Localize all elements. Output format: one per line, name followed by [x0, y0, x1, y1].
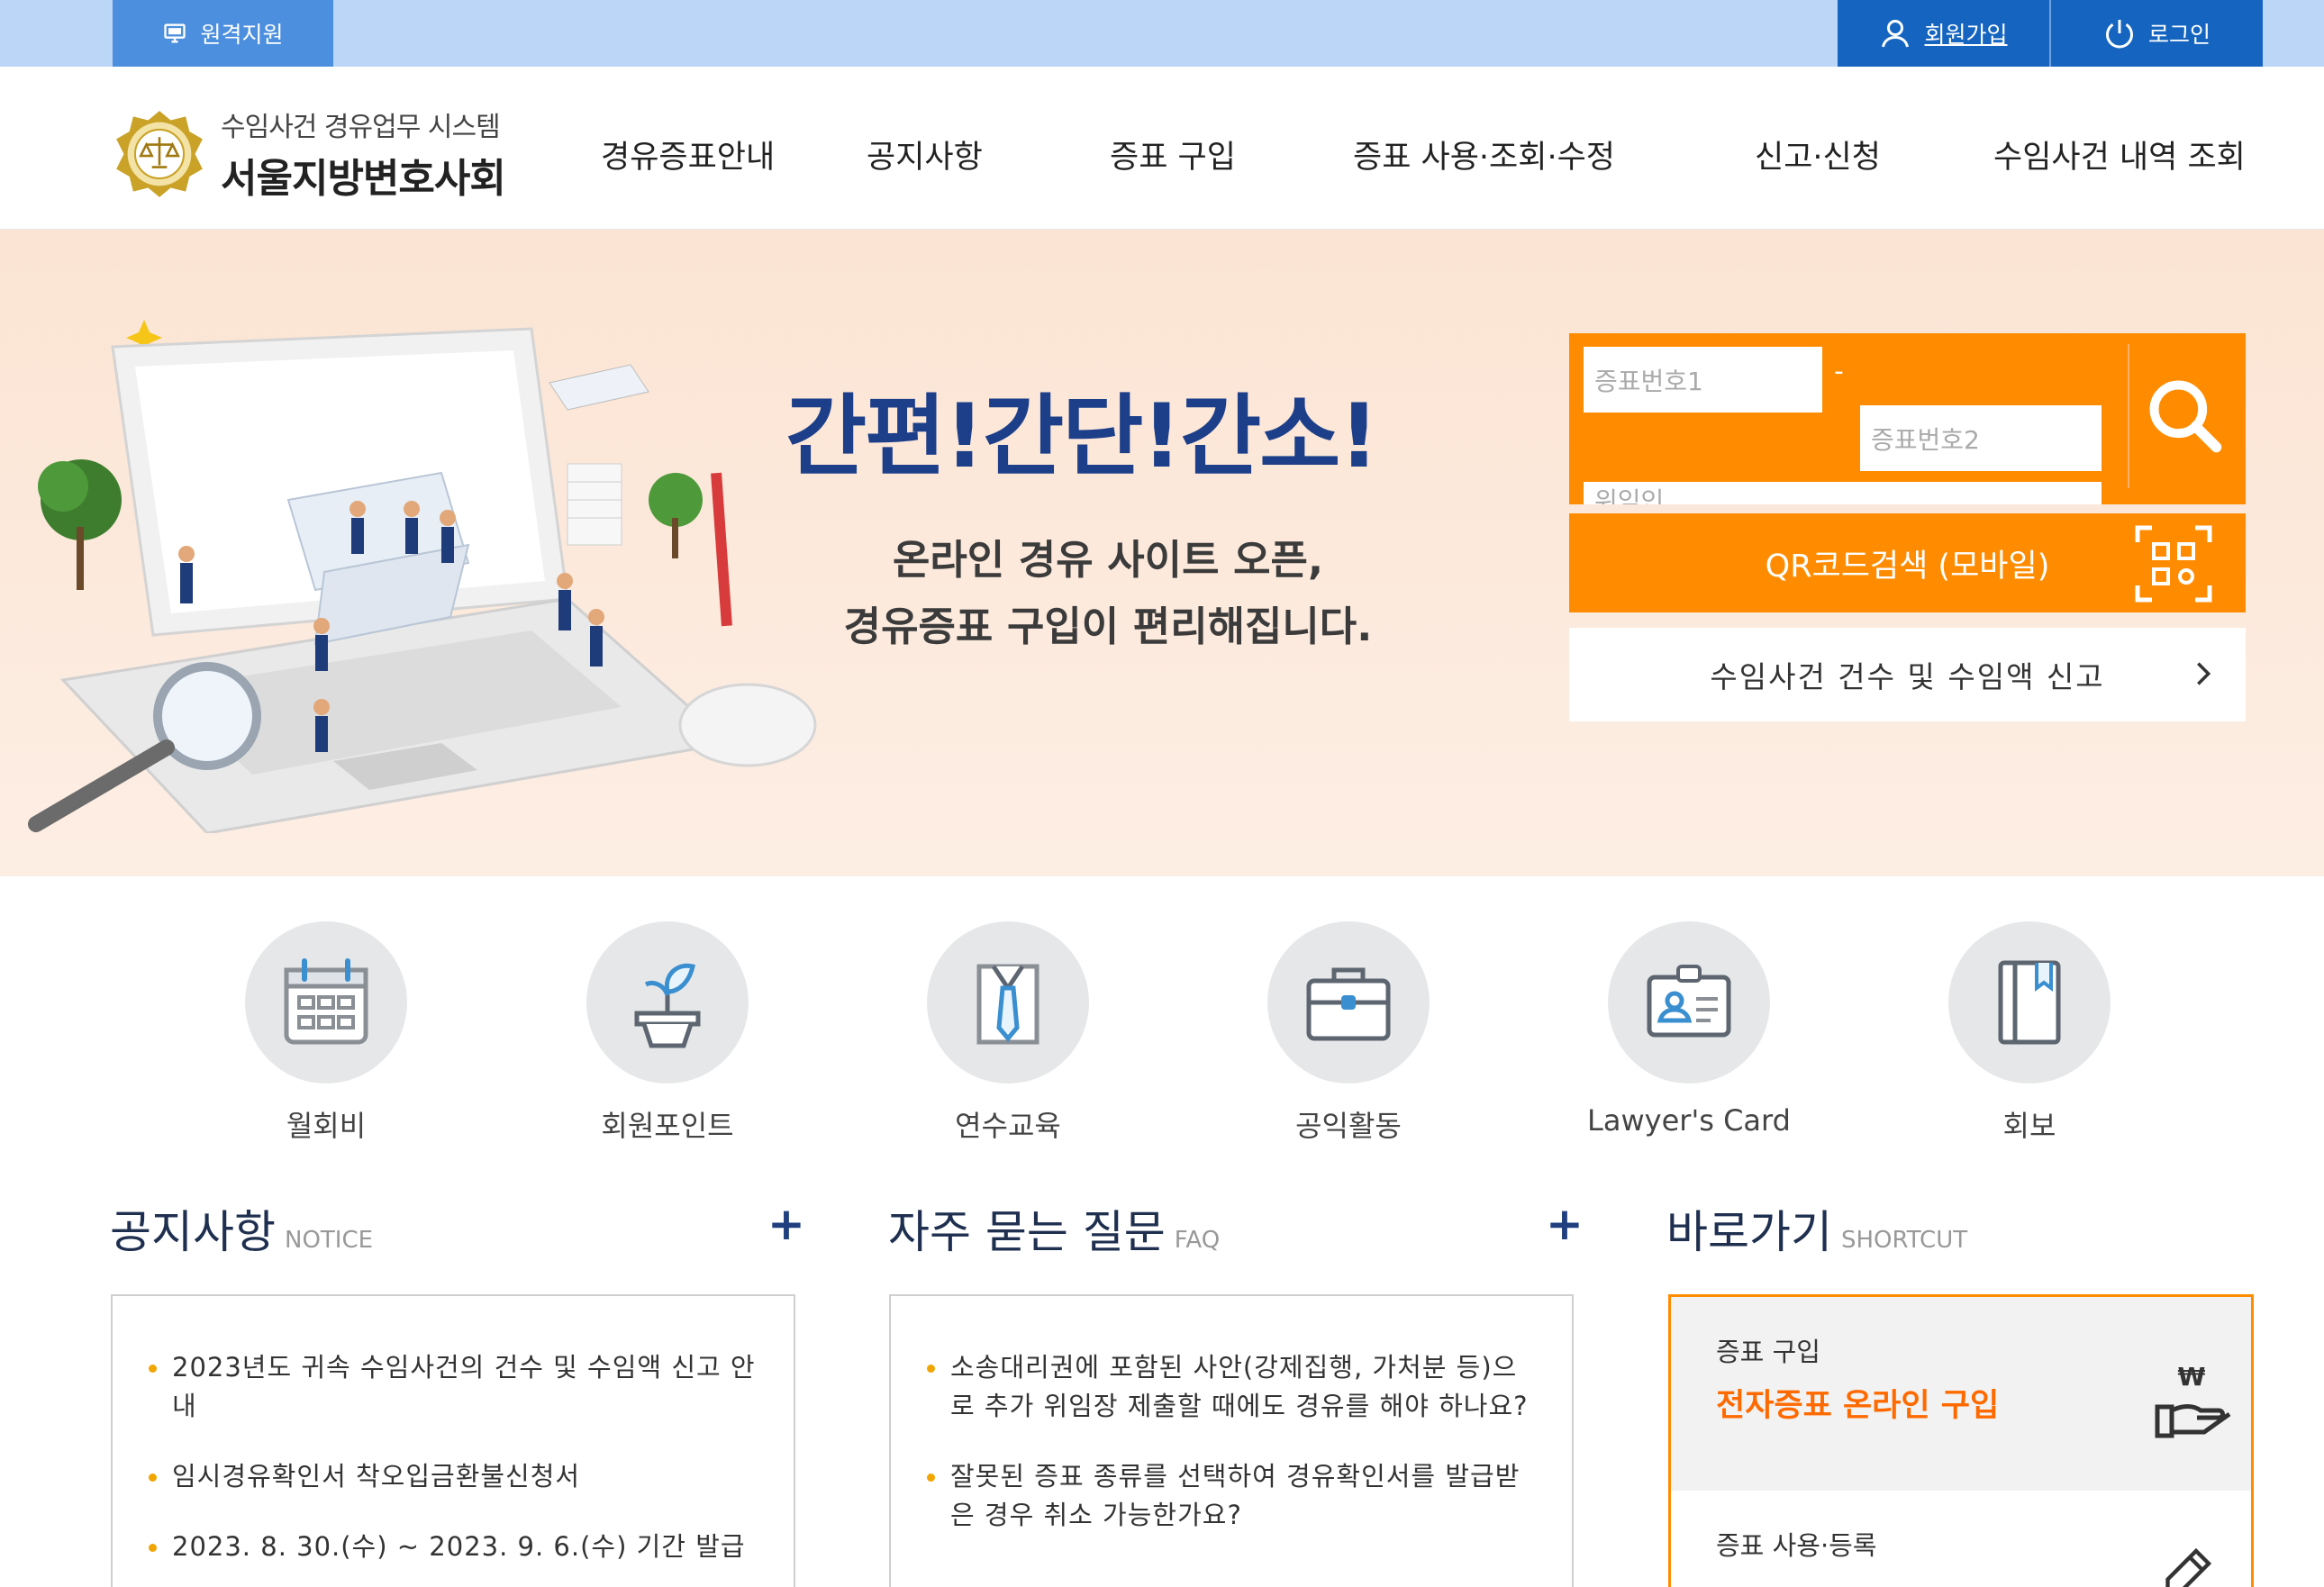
shortcut-section-title: 바로가기 SHORTCUT — [1666, 1196, 1967, 1261]
nav-item-stamp-purchase[interactable]: 증표 구입 — [1110, 131, 1236, 177]
hero-desc-line1: 온라인 경유 사이트 오픈, — [892, 536, 1324, 584]
hero-desc-line2: 경유증표 구입이 편리해집니다. — [843, 603, 1373, 650]
faq-board: 소송대리권에 포함된 사안(강제집행, 가처분 등)으로 추가 위임장 제출할 … — [889, 1294, 1574, 1587]
hero-description: 온라인 경유 사이트 오픈, 경유증표 구입이 편리해집니다. — [829, 527, 1387, 660]
top-utility-bar: 원격지원 회원가입 로그인 — [0, 0, 2324, 67]
quick-label-training: 연수교육 — [955, 1109, 1061, 1143]
nav-item-stamp-guide[interactable]: 경유증표안내 — [601, 131, 775, 177]
remote-support-label: 원격지원 — [200, 22, 284, 48]
notice-board: 2023년도 귀속 수임사건의 건수 및 수임액 신고 안내 임시경유확인서 착… — [111, 1294, 795, 1587]
user-icon — [1882, 20, 1910, 48]
notice-more-button[interactable]: + — [767, 1198, 805, 1250]
delegator-input[interactable]: 위임인 — [1584, 482, 2102, 504]
hero-title: 간편!간단!간소! — [785, 385, 1379, 488]
faq-section-title: 자주 묻는 질문 FAQ — [888, 1196, 1220, 1261]
quick-menu: 월회비 회원포인트 연수교육 공익활동 Lawyer's Card 회보 — [0, 921, 2324, 1147]
remote-support-button[interactable]: 원격지원 — [113, 0, 333, 67]
stamp-number-2-input[interactable]: 증표번호2 — [1860, 405, 2102, 471]
won-hand-icon: ₩ — [2155, 1362, 2231, 1438]
stamp-number-1-input[interactable]: 증표번호1 — [1584, 347, 1822, 413]
login-button[interactable]: 로그인 — [2049, 0, 2263, 67]
site-logo[interactable]: 수임사건 경유업무 시스템 서울지방변호사회 — [113, 104, 506, 204]
notice-item[interactable]: 2023. 8. 30.(수) ~ 2023. 9. 6.(수) 기간 발급 — [149, 1528, 758, 1566]
quick-item-lawyers-card[interactable]: Lawyer's Card — [1572, 921, 1806, 1138]
shortcut-stamp-use-label: 증표 사용·등록 — [1716, 1530, 1877, 1561]
logo-title: 서울지방변호사회 — [221, 156, 506, 202]
monitor-icon — [164, 23, 186, 43]
shortcut-online-purchase-label: 전자증표 온라인 구입 — [1716, 1388, 2000, 1424]
shortcut-stamp-purchase-label: 증표 구입 — [1716, 1337, 1820, 1367]
quick-item-member-points[interactable]: 회원포인트 — [550, 921, 785, 1145]
shortcut-title-en: SHORTCUT — [1841, 1227, 1968, 1254]
bar-association-seal-icon — [116, 111, 203, 197]
shortcut-title: 바로가기 — [1666, 1206, 1832, 1258]
search-icon — [2149, 380, 2221, 453]
faq-title: 자주 묻는 질문 — [888, 1206, 1166, 1258]
faq-item[interactable]: 잘못된 증표 종류를 선택하여 경유확인서를 발급받은 경우 취소 가능한가요? — [927, 1457, 1536, 1535]
book-icon — [1998, 960, 2061, 1045]
shortcut-panel: 증표 구입 전자증표 온라인 구입 ₩ 증표 사용·등록 — [1668, 1294, 2254, 1587]
sprout-pot-icon — [634, 963, 701, 1048]
join-button[interactable]: 회원가입 — [1838, 0, 2049, 67]
quick-label-public-service: 공익활동 — [1295, 1109, 1402, 1143]
stamp-pen-icon — [2165, 1547, 2212, 1587]
quick-item-bulletin[interactable]: 회보 — [1912, 921, 2147, 1145]
chevron-right-icon — [2197, 662, 2211, 685]
stamp-number-dash: - — [1834, 356, 1844, 387]
site-header: 수임사건 경유업무 시스템 서울지방변호사회 경유증표안내 공지사항 증표 구입… — [0, 67, 2324, 230]
case-report-label: 수임사건 건수 및 수임액 신고 — [1710, 659, 2105, 694]
qr-search-label: QR코드검색 (모바일) — [1765, 548, 2050, 585]
notice-title: 공지사항 — [110, 1206, 276, 1258]
power-icon — [2106, 20, 2133, 49]
nav-item-stamp-use[interactable]: 증표 사용·조회·수정 — [1353, 131, 1615, 177]
briefcase-icon — [1306, 967, 1391, 1041]
quick-item-training[interactable]: 연수교육 — [891, 921, 1125, 1145]
notice-item[interactable]: 임시경유확인서 착오입금환불신청서 — [149, 1457, 758, 1496]
quick-item-monthly-fee[interactable]: 월회비 — [209, 921, 443, 1145]
auth-links: 회원가입 로그인 — [1838, 0, 2263, 67]
calendar-icon — [284, 958, 368, 1045]
faq-more-button[interactable]: + — [1546, 1198, 1584, 1250]
stamp-search-panel: 증표번호1 - 증표번호2 위임인 — [1569, 333, 2246, 504]
hero-banner: 간편!간단!간소! 온라인 경유 사이트 오픈, 경유증표 구입이 편리해집니다… — [0, 230, 2324, 876]
laptop-illustration — [28, 320, 817, 833]
join-label: 회원가입 — [1924, 22, 2008, 48]
svg-text:₩: ₩ — [2178, 1362, 2206, 1392]
nav-item-notice[interactable]: 공지사항 — [867, 131, 983, 177]
faq-title-en: FAQ — [1174, 1227, 1221, 1254]
login-label: 로그인 — [2147, 22, 2211, 48]
notice-section-title: 공지사항 NOTICE — [110, 1196, 373, 1261]
nav-item-report[interactable]: 신고·신청 — [1755, 131, 1881, 177]
qr-search-button[interactable]: QR코드검색 (모바일) — [1569, 513, 2246, 612]
qr-code-icon — [2135, 525, 2212, 603]
id-card-icon — [1647, 965, 1731, 1038]
quick-label-monthly-fee: 월회비 — [286, 1109, 367, 1143]
quick-label-lawyers-card: Lawyer's Card — [1587, 1103, 1791, 1138]
faq-item[interactable]: 소송대리권에 포함된 사안(강제집행, 가처분 등)으로 추가 위임장 제출할 … — [927, 1348, 1536, 1426]
shirt-tie-icon — [976, 964, 1039, 1045]
shortcut-stamp-purchase[interactable]: 증표 구입 전자증표 온라인 구입 ₩ — [1671, 1297, 2251, 1491]
quick-item-public-service[interactable]: 공익활동 — [1231, 921, 1466, 1145]
case-report-button[interactable]: 수임사건 건수 및 수임액 신고 — [1569, 628, 2246, 721]
logo-subtitle: 수임사건 경유업무 시스템 — [221, 112, 501, 143]
notice-item[interactable]: 2023년도 귀속 수임사건의 건수 및 수임액 신고 안내 — [149, 1348, 758, 1426]
notice-title-en: NOTICE — [285, 1227, 374, 1254]
shortcut-stamp-use[interactable]: 증표 사용·등록 — [1671, 1491, 2251, 1587]
quick-label-bulletin: 회보 — [2002, 1109, 2056, 1143]
quick-label-member-points: 회원포인트 — [601, 1109, 734, 1143]
search-button[interactable] — [2128, 344, 2240, 488]
nav-item-case-history[interactable]: 수임사건 내역 조회 — [1993, 131, 2246, 177]
